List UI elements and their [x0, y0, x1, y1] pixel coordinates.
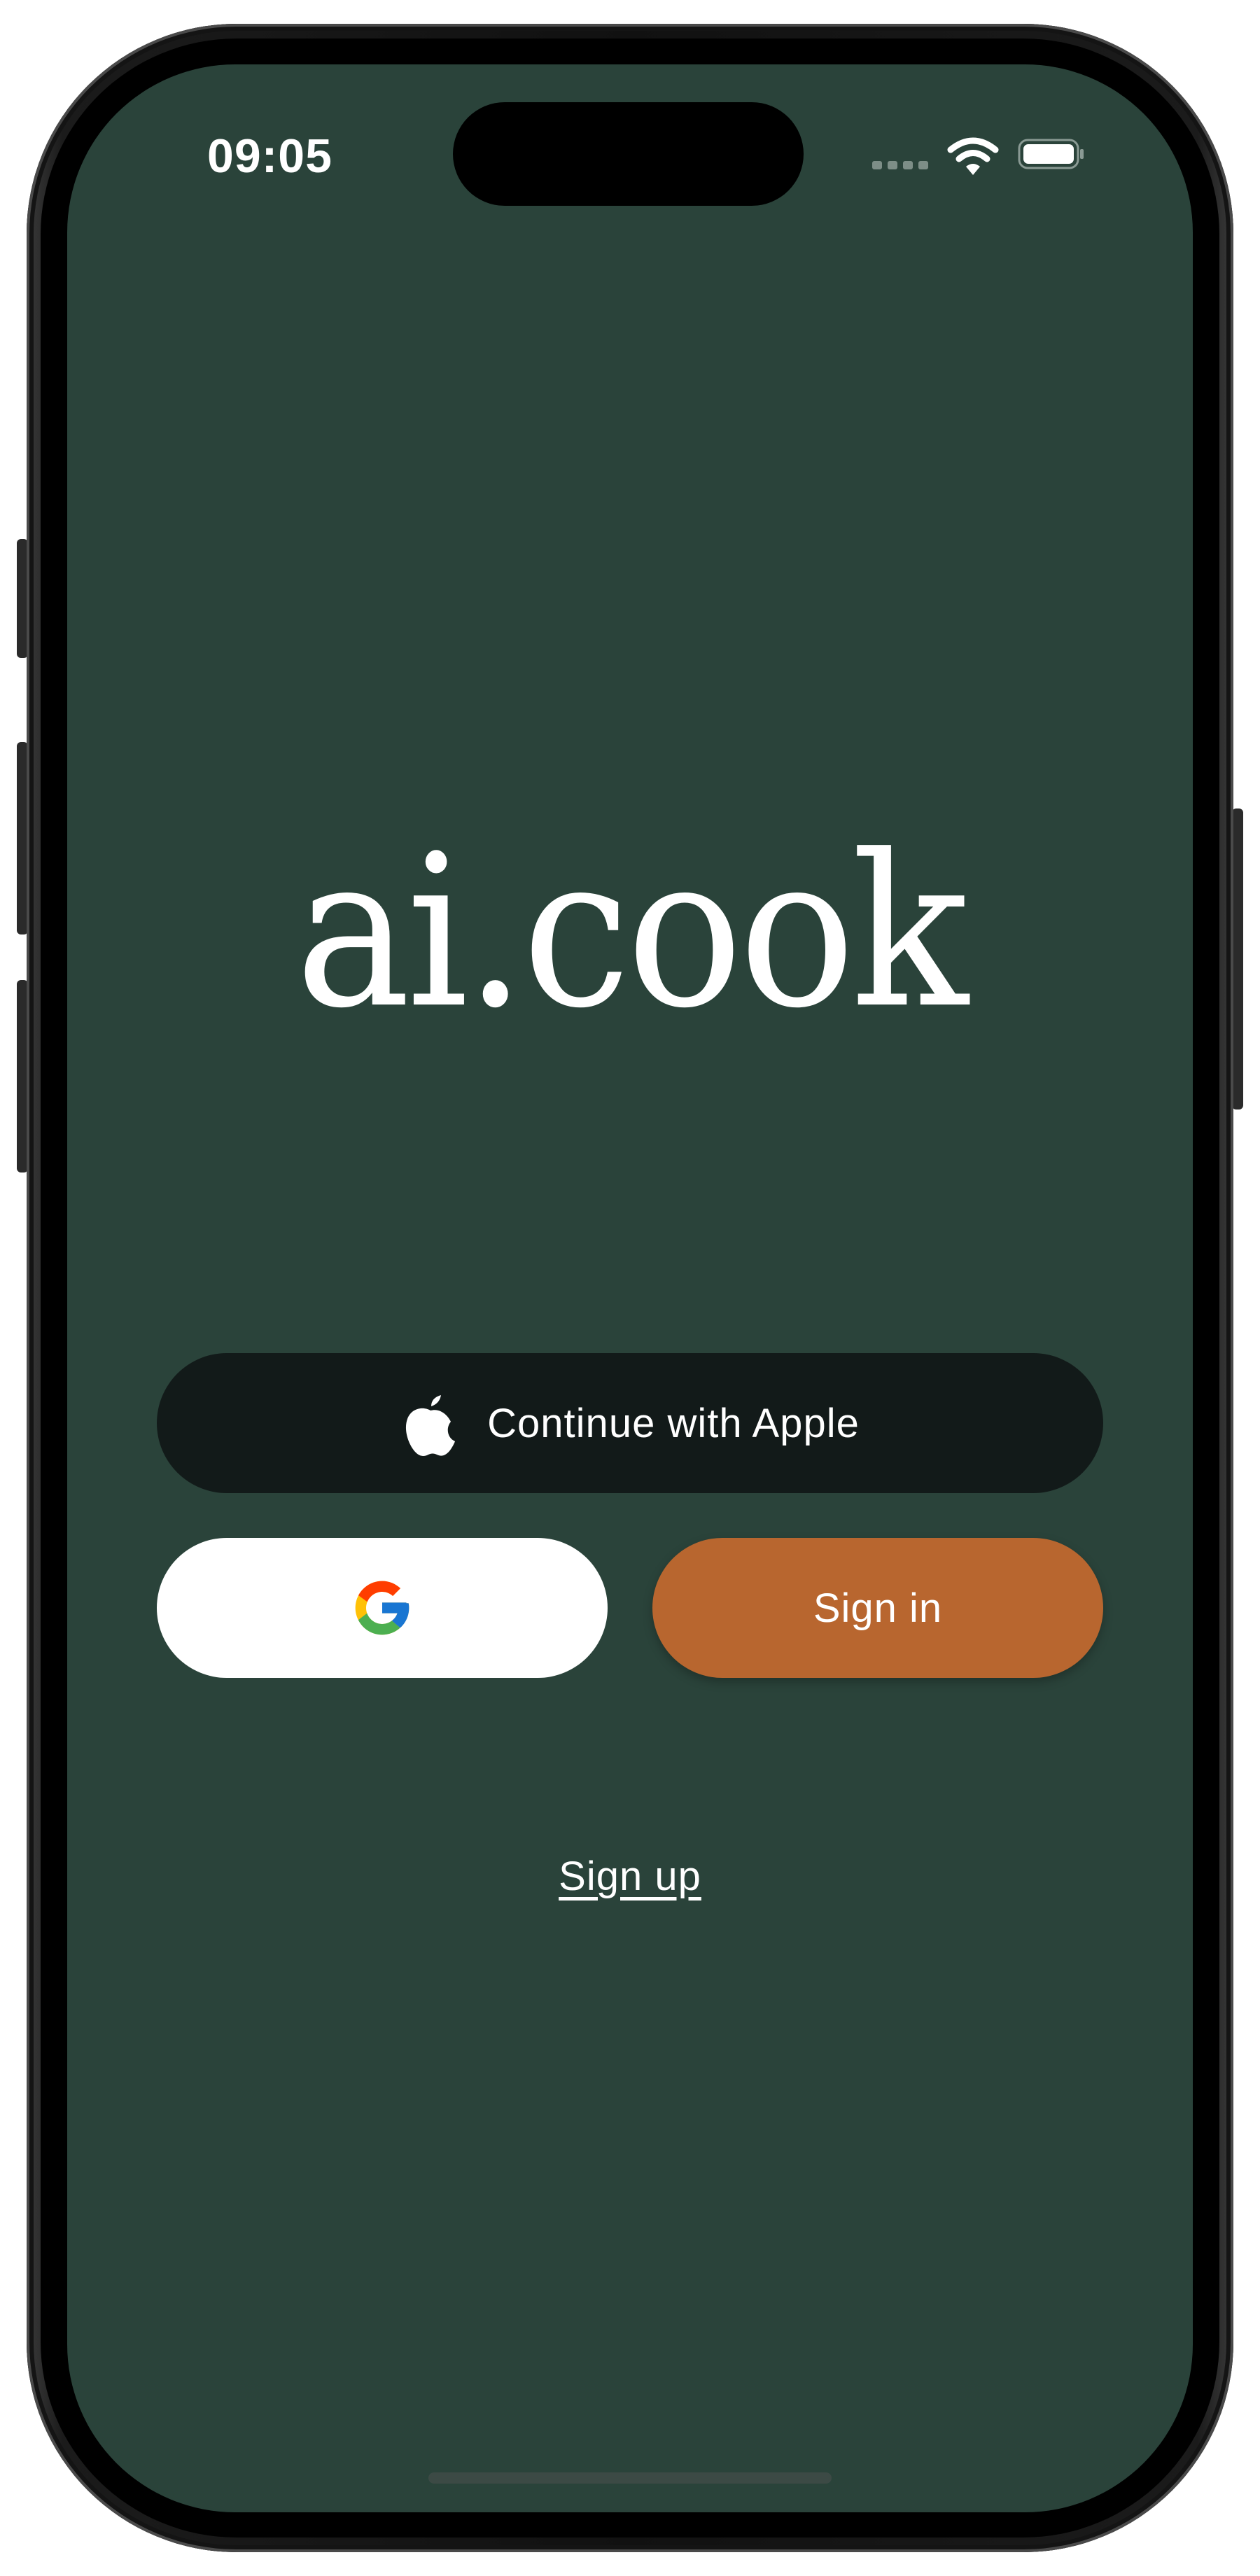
battery-icon [1018, 139, 1084, 169]
apple-button-label: Continue with Apple [487, 1400, 860, 1446]
sign-in-button[interactable]: Sign in [652, 1538, 1103, 1678]
sign-up-link[interactable]: Sign up [67, 1853, 1193, 1900]
app-screen: 09:05 ai.cook Continue with Apple Sign i… [67, 64, 1193, 2512]
cellular-signal-icon [872, 161, 930, 171]
wifi-icon [947, 137, 999, 175]
status-time: 09:05 [207, 130, 332, 183]
home-indicator [428, 2472, 832, 2484]
dynamic-island [453, 102, 804, 206]
google-logo-icon [355, 1581, 410, 1635]
sign-in-label: Sign in [813, 1585, 943, 1631]
power-button [1232, 808, 1243, 1110]
continue-with-apple-button[interactable]: Continue with Apple [157, 1353, 1103, 1493]
apple-logo-icon [406, 1395, 456, 1456]
continue-with-google-button[interactable] [157, 1538, 608, 1678]
app-logo: ai.cook [295, 810, 969, 1054]
device-mockup: 09:05 ai.cook Continue with Apple Sign i… [0, 0, 1260, 2576]
